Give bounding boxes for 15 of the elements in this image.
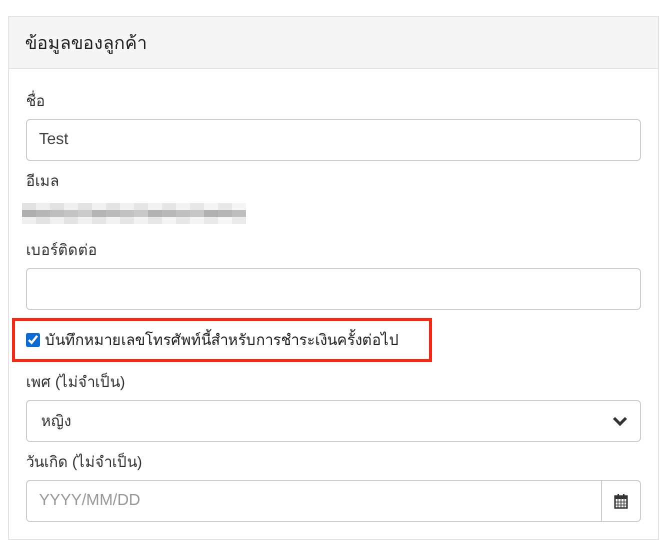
field-label: วันเกิด (ไม่จำเป็น) (26, 452, 142, 473)
field-label: เพศ (ไม่จำเป็น) (26, 372, 126, 393)
field-label: ชื่อ (26, 89, 45, 113)
field-label: เบอร์ติดต่อ (26, 241, 97, 261)
card-title: ข้อมูลของลูกค้า (25, 32, 147, 56)
calendar-button[interactable] (602, 480, 641, 522)
calendar-icon (614, 493, 628, 509)
select-field[interactable]: หญิง (26, 400, 641, 442)
input-field[interactable]: Test (26, 119, 641, 161)
checkbox[interactable] (26, 333, 40, 347)
checkbox-label: บันทึกหมายเลขโทรศัพท์นี้สำหรับการชำระเงินครั้งต่อไป (45, 328, 399, 352)
chevron-down-icon (612, 415, 628, 427)
input-field[interactable] (26, 268, 641, 310)
date-field[interactable]: YYYY/MM/DD (26, 480, 602, 522)
field-label: อีเมล (26, 172, 59, 192)
